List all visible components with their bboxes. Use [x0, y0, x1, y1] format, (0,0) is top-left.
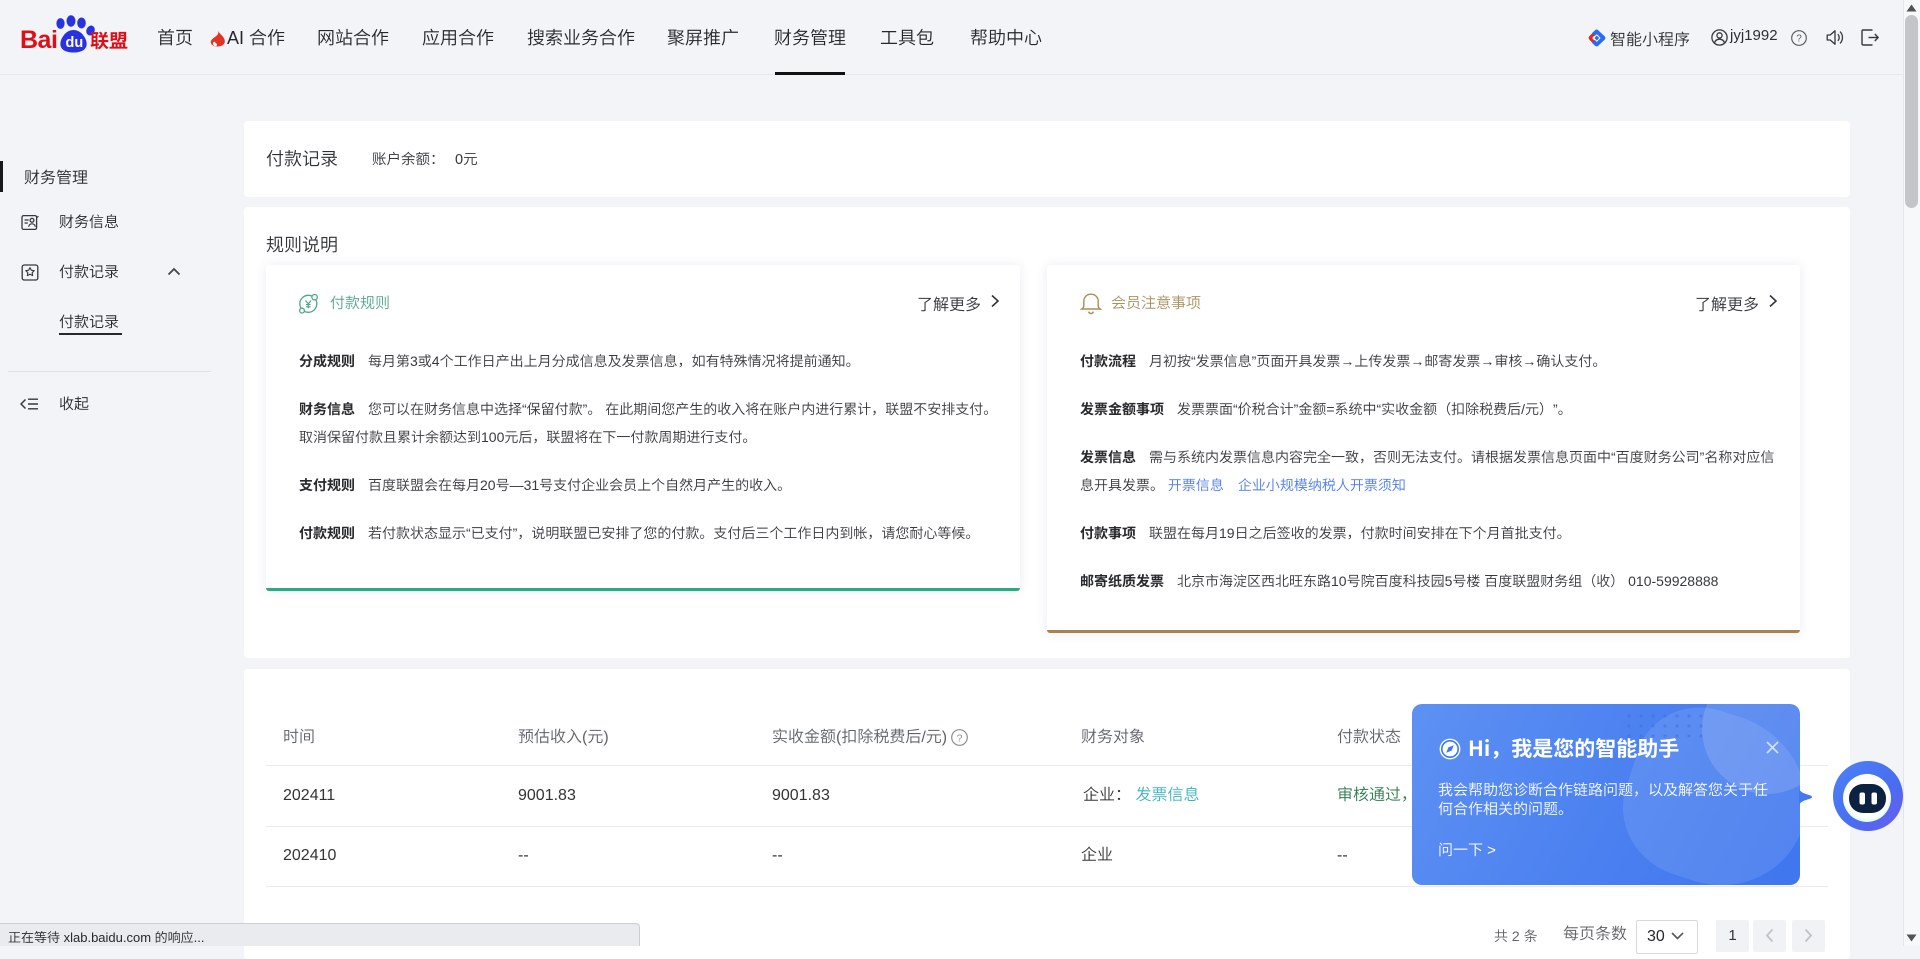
svg-text:联盟: 联盟 [90, 27, 128, 54]
svg-text:du: du [66, 35, 84, 51]
svg-text:?: ? [957, 732, 963, 744]
svg-text:?: ? [1796, 33, 1802, 44]
svg-text:Bai: Bai [20, 26, 57, 54]
